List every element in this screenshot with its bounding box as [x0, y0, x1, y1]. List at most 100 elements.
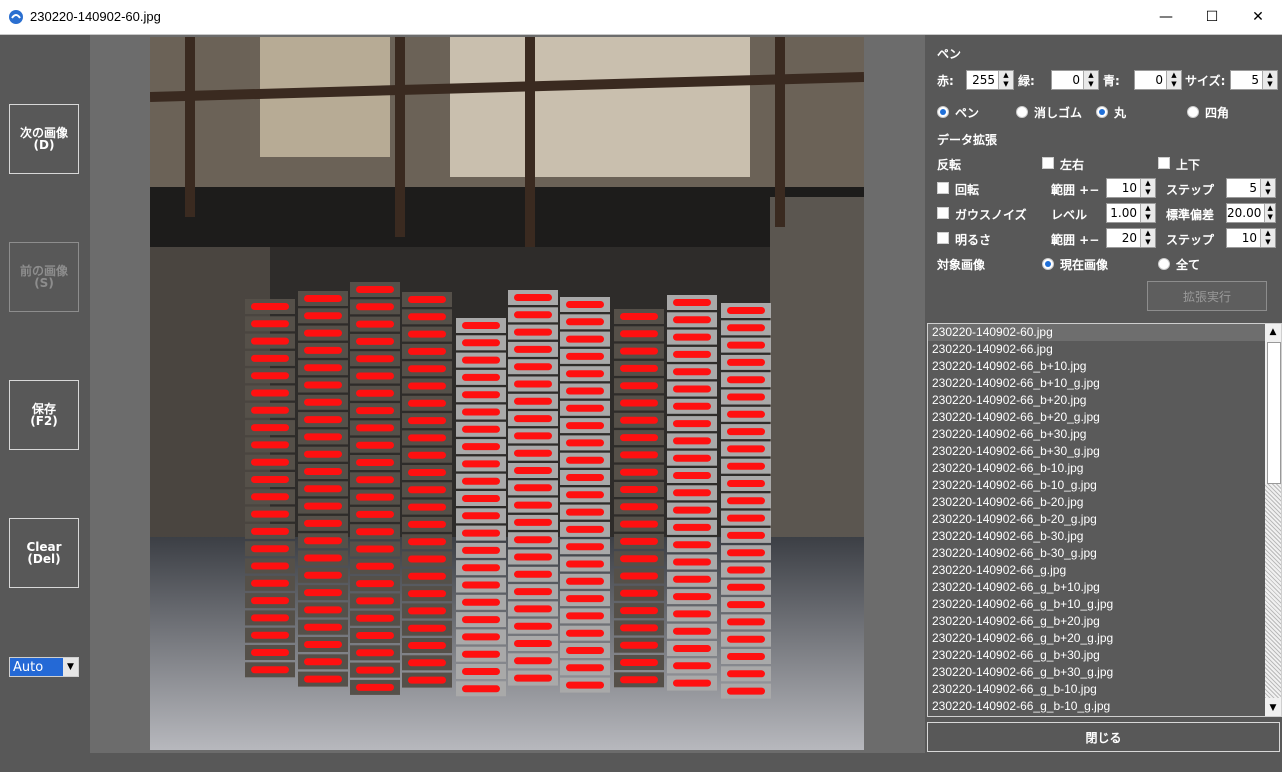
file-list-item[interactable]: 230220-140902-60.jpg	[928, 324, 1281, 341]
prev-image-button[interactable]: 前の画像 (S)	[9, 242, 79, 312]
brightness-range-value: 20	[1121, 231, 1137, 245]
annotation-stroke	[304, 450, 342, 458]
annotation-stroke	[356, 528, 394, 536]
square-shape-radio[interactable]	[1187, 106, 1199, 118]
file-list-item[interactable]: 230220-140902-66_g_b+10.jpg	[928, 579, 1281, 596]
annotation-stroke	[356, 510, 394, 518]
size-spinner[interactable]: 5 ▲ ▼	[1230, 70, 1278, 90]
green-label: 緑:	[1018, 74, 1035, 88]
file-list-item[interactable]: 230220-140902-66_b+10_g.jpg	[928, 375, 1281, 392]
minimize-button[interactable]: —	[1143, 0, 1189, 34]
annotation-stroke	[727, 376, 765, 384]
brightness-range-spinner[interactable]: 20 ▲ ▼	[1106, 228, 1156, 248]
file-list-item[interactable]: 230220-140902-66_g_b+20.jpg	[928, 613, 1281, 630]
annotation-stroke	[514, 570, 552, 578]
file-list-item[interactable]: 230220-140902-66_b+20_g.jpg	[928, 409, 1281, 426]
save-button[interactable]: 保存 (F2)	[9, 380, 79, 450]
file-list-item[interactable]: 230220-140902-66_b-20.jpg	[928, 494, 1281, 511]
size-label: サイズ:	[1185, 74, 1226, 88]
annotation-stroke	[251, 614, 289, 622]
gauss-level-spinner[interactable]: 1.00 ▲ ▼	[1106, 203, 1156, 223]
annotation-stroke	[727, 480, 765, 487]
file-list-item[interactable]: 230220-140902-66_b+10.jpg	[928, 358, 1281, 375]
file-list-item[interactable]: 230220-140902-66_b+20.jpg	[928, 392, 1281, 409]
pen-mode-label: ペン	[955, 106, 980, 120]
file-list-item[interactable]: 230220-140902-66.jpg	[928, 341, 1281, 358]
annotation-stroke	[462, 339, 500, 347]
file-list-item[interactable]: 230220-140902-66_b+30_g.jpg	[928, 443, 1281, 460]
scroll-down-icon[interactable]: ▼	[1265, 700, 1281, 716]
rotate-range-label: 範囲 +−	[1051, 183, 1100, 197]
annotation-stroke	[727, 514, 765, 522]
annotation-stroke	[620, 399, 658, 407]
annotation-stroke	[673, 333, 711, 341]
flip-ud-checkbox[interactable]	[1158, 157, 1170, 169]
annotation-stroke	[304, 537, 342, 545]
annotation-stroke	[514, 345, 552, 353]
scroll-up-icon[interactable]: ▲	[1265, 324, 1281, 340]
brightness-step-spinner[interactable]: 10 ▲ ▼	[1226, 228, 1276, 248]
annotation-stroke	[356, 459, 394, 466]
red-spinner[interactable]: 255 ▲ ▼	[966, 70, 1014, 90]
gauss-checkbox[interactable]	[937, 207, 949, 219]
file-list-item[interactable]: 230220-140902-66_g_b+30_g.jpg	[928, 664, 1281, 681]
flip-label: 反転	[937, 158, 962, 172]
clear-button[interactable]: Clear (Del)	[9, 518, 79, 588]
brightness-checkbox[interactable]	[937, 232, 949, 244]
eraser-mode-radio[interactable]	[1016, 106, 1028, 118]
annotation-stroke	[566, 543, 604, 551]
file-list-item[interactable]: 230220-140902-66_b-10_g.jpg	[928, 477, 1281, 494]
file-list-item[interactable]: 230220-140902-66_b-10.jpg	[928, 460, 1281, 477]
blue-spinner[interactable]: 0 ▲ ▼	[1134, 70, 1182, 90]
file-list-item[interactable]: 230220-140902-66_g_b+30.jpg	[928, 647, 1281, 664]
file-list-item[interactable]: 230220-140902-66_g.jpg	[928, 562, 1281, 579]
target-all-radio[interactable]	[1158, 258, 1170, 270]
file-list-item[interactable]: 230220-140902-66_b+30.jpg	[928, 426, 1281, 443]
close-button[interactable]: 閉じる	[927, 722, 1280, 752]
annotation-stroke	[408, 330, 446, 338]
annotation-canvas[interactable]	[150, 37, 864, 750]
annotation-stroke	[673, 523, 711, 531]
scrollbar-track[interactable]	[1265, 484, 1281, 698]
annotation-stroke	[673, 575, 711, 583]
rotate-step-spinner[interactable]: 5 ▲ ▼	[1226, 178, 1276, 198]
flip-lr-checkbox[interactable]	[1042, 157, 1054, 169]
file-list-item[interactable]: 230220-140902-66_g_b-10_g.jpg	[928, 698, 1281, 715]
annotation-stroke	[251, 354, 289, 362]
maximize-button[interactable]: ☐	[1189, 0, 1235, 34]
next-image-button[interactable]: 次の画像 (D)	[9, 104, 79, 174]
pen-mode-radio[interactable]	[937, 106, 949, 118]
file-list-item[interactable]: 230220-140902-66_g_b-10.jpg	[928, 681, 1281, 698]
right-panel: ペン 赤: 255 ▲ ▼ 緑: 0 ▲ ▼ 青: 0 ▲ ▼ サイズ: 5 ▲ ▼ ペ…	[925, 35, 1282, 753]
green-spinner[interactable]: 0 ▲ ▼	[1051, 70, 1099, 90]
annotation-stroke	[673, 645, 711, 652]
auto-dropdown[interactable]: Auto ▼	[9, 657, 79, 677]
file-list-item[interactable]: 230220-140902-66_g_b+20_g.jpg	[928, 630, 1281, 647]
file-list-item[interactable]: 230220-140902-66_b-30_g.jpg	[928, 545, 1281, 562]
annotation-stroke	[673, 316, 711, 324]
file-list-item[interactable]: 230220-140902-66_b-20_g.jpg	[928, 511, 1281, 528]
close-window-button[interactable]: ✕	[1235, 0, 1281, 34]
file-list-scrollbar[interactable]: ▲ ▼	[1265, 324, 1281, 716]
annotation-stroke	[251, 458, 289, 466]
annotation-stroke	[673, 420, 711, 428]
annotation-stroke	[514, 605, 552, 613]
annotation-stroke	[620, 624, 658, 632]
target-current-radio[interactable]	[1042, 258, 1054, 270]
annotation-stroke	[251, 424, 289, 432]
rotate-checkbox[interactable]	[937, 182, 949, 194]
augment-execute-button[interactable]: 拡張実行	[1147, 281, 1267, 311]
annotation-stroke	[514, 657, 552, 665]
annotation-stroke	[462, 356, 500, 364]
file-list[interactable]: 230220-140902-60.jpg 230220-140902-66.jpg…	[927, 323, 1282, 717]
annotation-stroke	[566, 491, 604, 499]
scrollbar-thumb[interactable]	[1267, 342, 1281, 484]
rotate-range-spinner[interactable]: 10 ▲ ▼	[1106, 178, 1156, 198]
file-list-item[interactable]: 230220-140902-66_g_b+10_g.jpg	[928, 596, 1281, 613]
gauss-std-spinner[interactable]: 20.00 ▲ ▼	[1226, 203, 1276, 223]
annotation-stroke	[462, 546, 500, 554]
round-shape-radio[interactable]	[1096, 106, 1108, 118]
annotation-stroke	[566, 318, 604, 326]
file-list-item[interactable]: 230220-140902-66_b-30.jpg	[928, 528, 1281, 545]
annotation-stroke	[566, 387, 604, 395]
